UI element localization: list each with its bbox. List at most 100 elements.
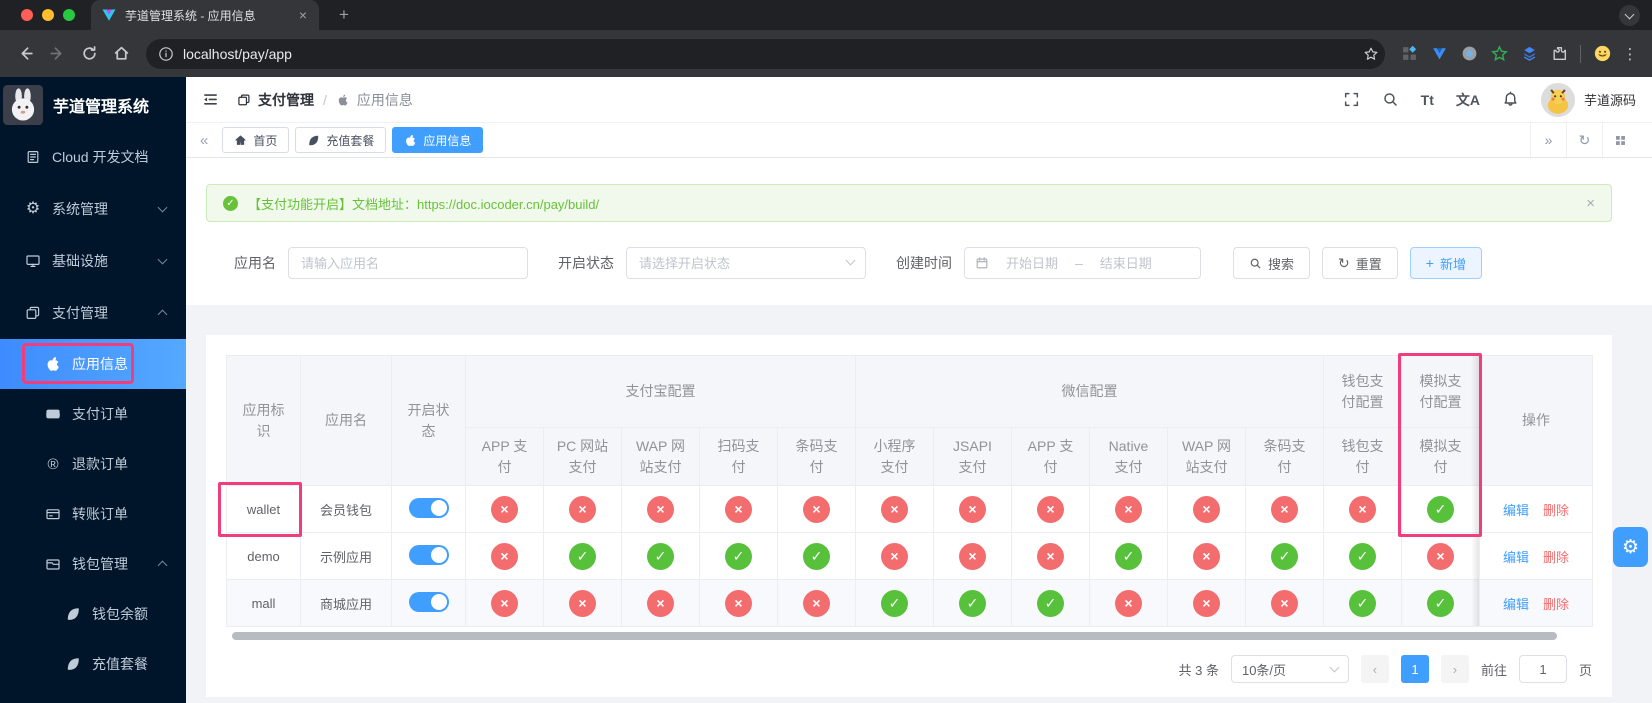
sidebar-item[interactable]: Cloud 开发文档 — [0, 131, 186, 183]
cross-icon: × — [1193, 496, 1220, 523]
sidebar-item[interactable]: 钱包余额 — [0, 589, 186, 639]
page-size-select[interactable]: 10条/页 — [1231, 655, 1349, 683]
delete-link[interactable]: 删除 — [1543, 503, 1569, 518]
cross-icon: × — [1427, 543, 1454, 570]
add-button[interactable]: + 新增 — [1410, 247, 1482, 279]
reload-button[interactable] — [74, 39, 104, 69]
date-range-picker[interactable]: – — [964, 247, 1201, 279]
app-logo[interactable]: 芋道管理系统 — [0, 77, 186, 131]
tab-search-button[interactable] — [1619, 5, 1640, 26]
sidebar-item[interactable]: PayPal支付订单 — [0, 389, 186, 439]
cross-icon: × — [569, 496, 596, 523]
settings-float-button[interactable]: ⚙ — [1613, 527, 1648, 567]
extension-circle-icon[interactable] — [1455, 40, 1483, 68]
sidebar-item[interactable]: 支付管理 — [0, 287, 186, 339]
browser-menu-icon[interactable]: ⋮ — [1618, 45, 1642, 63]
page-tab[interactable]: 充值套餐 — [295, 127, 386, 153]
browser-tab-strip: 芋道管理系统 - 应用信息 × + — [0, 0, 1652, 30]
user-menu[interactable]: 芋道源码 — [1541, 83, 1636, 117]
sidebar-item[interactable]: 应用信息 — [0, 339, 186, 389]
next-page-button[interactable]: › — [1441, 655, 1469, 683]
extensions-puzzle-icon[interactable] — [1545, 40, 1573, 68]
horizontal-scrollbar[interactable] — [232, 632, 1557, 640]
back-button[interactable] — [10, 39, 40, 69]
sidebar-item-label: Cloud 开发文档 — [52, 147, 148, 167]
create-time-label: 创建时间 — [896, 253, 952, 273]
sidebar-item[interactable]: 转账订单 — [0, 489, 186, 539]
edit-link[interactable]: 编辑 — [1503, 597, 1529, 612]
sidebar-item-label: 系统管理 — [52, 199, 108, 219]
top-panel: ✓ 【支付功能开启】文档地址：https://doc.iocoder.cn/pa… — [186, 158, 1652, 305]
page-tab[interactable]: 首页 — [222, 127, 289, 153]
status-toggle[interactable] — [409, 592, 449, 612]
edit-link[interactable]: 编辑 — [1503, 503, 1529, 518]
status-select-input[interactable] — [626, 247, 866, 279]
apple-icon — [336, 93, 350, 107]
config-flag-cell: ✓ — [778, 533, 856, 580]
search-icon[interactable] — [1382, 91, 1399, 108]
tab-refresh-icon[interactable]: ↻ — [1566, 123, 1602, 157]
cross-icon: × — [1037, 496, 1064, 523]
font-size-icon[interactable]: Tt — [1421, 92, 1434, 108]
breadcrumb-item[interactable]: 支付管理 — [258, 90, 314, 110]
window-minimize-button[interactable] — [42, 9, 54, 21]
edit-link[interactable]: 编辑 — [1503, 550, 1529, 565]
status-toggle[interactable] — [409, 545, 449, 565]
reset-button[interactable]: ↻ 重置 — [1322, 247, 1398, 279]
cross-icon: × — [959, 543, 986, 570]
site-info-icon[interactable] — [158, 46, 174, 62]
address-bar[interactable]: localhost/pay/app — [146, 39, 1385, 69]
tabs-scroll-right-icon[interactable]: » — [1530, 123, 1566, 157]
new-tab-button[interactable]: + — [333, 5, 355, 25]
sidebar: 芋道管理系统 Cloud 开发文档 ⚙系统管理基础设施支付管理应用信息PayPal… — [0, 77, 186, 703]
top-navbar: 支付管理 / 应用信息 Tt 文A 芋道源码 — [186, 77, 1652, 123]
tabs-scroll-left-icon[interactable]: « — [200, 132, 208, 149]
tab-close-icon[interactable]: × — [295, 7, 311, 23]
tab-layout-icon[interactable] — [1602, 123, 1638, 157]
goto-page-input[interactable] — [1519, 655, 1567, 683]
extension-grid-icon[interactable] — [1395, 40, 1423, 68]
menu-fold-icon[interactable] — [202, 91, 219, 108]
table-row: demo示例应用×✓✓✓✓×××✓×✓✓×编辑删除 — [227, 533, 1593, 580]
search-button[interactable]: 搜索 — [1233, 247, 1310, 279]
notification-bell-icon[interactable] — [1502, 91, 1519, 108]
home-button[interactable] — [106, 39, 136, 69]
config-flag-cell: ✓ — [934, 580, 1012, 627]
delete-link[interactable]: 删除 — [1543, 597, 1569, 612]
profile-avatar[interactable] — [1588, 40, 1616, 68]
current-page-button[interactable]: 1 — [1401, 655, 1429, 683]
config-flag-cell: × — [1168, 580, 1246, 627]
sidebar-item[interactable]: 基础设施 — [0, 235, 186, 287]
date-end-input[interactable] — [1089, 256, 1163, 271]
window-maximize-button[interactable] — [63, 9, 75, 21]
calendar-icon — [975, 256, 989, 270]
cross-icon: × — [803, 590, 830, 617]
window-close-button[interactable] — [21, 9, 33, 21]
sidebar-item[interactable]: ⚙系统管理 — [0, 183, 186, 235]
page-suffix-label: 页 — [1579, 660, 1592, 679]
fullscreen-icon[interactable] — [1343, 91, 1360, 108]
horizontal-scrollbar-track — [226, 632, 1592, 640]
config-flag-cell: × — [1324, 486, 1402, 533]
language-icon[interactable]: 文A — [1456, 90, 1480, 110]
extension-vue-devtools-icon[interactable] — [1425, 40, 1453, 68]
app-name-input[interactable] — [288, 247, 528, 279]
prev-page-button[interactable]: ‹ — [1361, 655, 1389, 683]
forward-button[interactable] — [42, 39, 72, 69]
date-start-input[interactable] — [995, 256, 1069, 271]
extension-layers-icon[interactable] — [1515, 40, 1543, 68]
config-flag-cell: × — [1246, 486, 1324, 533]
page-tab[interactable]: 应用信息 — [392, 127, 483, 153]
bookmark-star-icon[interactable] — [1363, 46, 1379, 62]
config-flag-cell: × — [1168, 533, 1246, 580]
extension-star-icon[interactable] — [1485, 40, 1513, 68]
status-select[interactable] — [626, 247, 866, 279]
delete-link[interactable]: 删除 — [1543, 550, 1569, 565]
browser-tab[interactable]: 芋道管理系统 - 应用信息 × — [91, 0, 319, 30]
alert-close-icon[interactable]: × — [1586, 195, 1595, 212]
cross-icon: × — [725, 496, 752, 523]
sidebar-item[interactable]: 钱包管理 — [0, 539, 186, 589]
sidebar-item[interactable]: ®退款订单 — [0, 439, 186, 489]
sidebar-item[interactable]: 充值套餐 — [0, 639, 186, 689]
status-toggle[interactable] — [409, 498, 449, 518]
